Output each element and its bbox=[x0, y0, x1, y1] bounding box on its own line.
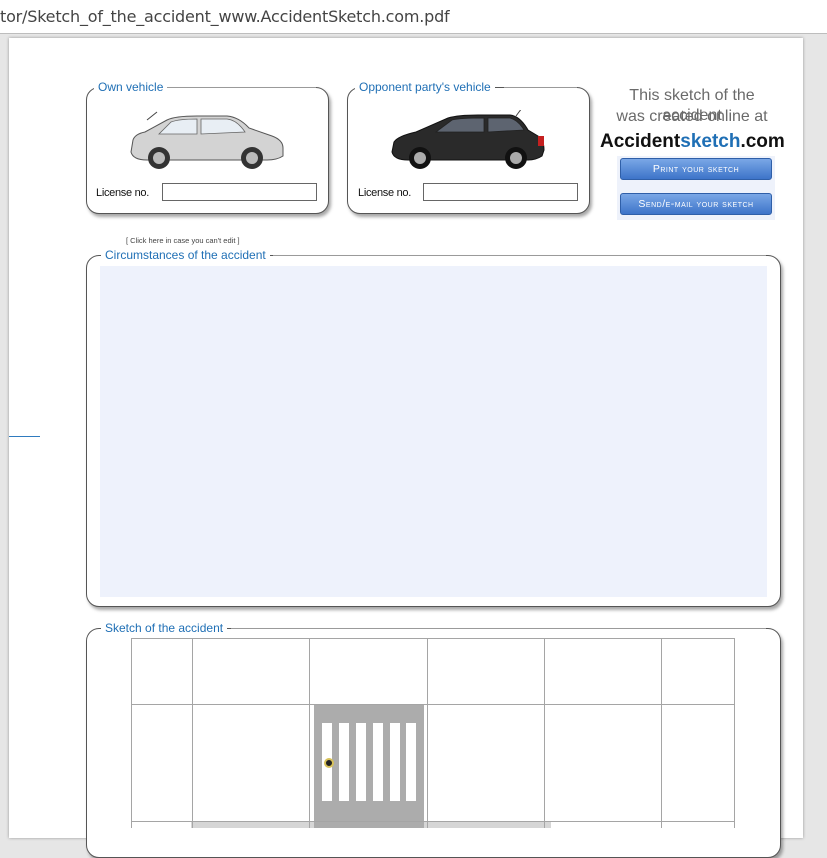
scrollbar[interactable] bbox=[805, 34, 827, 828]
page-edge-marker bbox=[9, 436, 40, 437]
opponent-license-label: License no. bbox=[358, 187, 411, 199]
brand-part-2: sketch bbox=[680, 131, 741, 152]
sketch-canvas[interactable] bbox=[131, 638, 735, 828]
grid-line bbox=[734, 638, 735, 828]
grid-line bbox=[544, 638, 545, 828]
brand-part-1: Accident bbox=[600, 131, 681, 152]
legend-divider bbox=[504, 87, 577, 88]
crosswalk-stripe bbox=[356, 723, 366, 801]
opponent-vehicle-title: Opponent party's vehicle bbox=[355, 79, 495, 95]
grid-line bbox=[192, 638, 193, 828]
grid-line bbox=[131, 821, 735, 822]
grid-line bbox=[309, 638, 310, 828]
own-vehicle-title: Own vehicle bbox=[94, 79, 168, 95]
opponent-vehicle-box: Opponent party's vehicle License no. bbox=[347, 79, 590, 214]
crosswalk-stripe bbox=[390, 723, 400, 801]
legend-divider bbox=[231, 628, 766, 629]
promo-line-2: was created online at bbox=[616, 108, 768, 125]
crosswalk-road bbox=[314, 705, 424, 828]
address-bar[interactable]: tor/Sketch_of_the_accident_www.AccidentS… bbox=[0, 0, 827, 34]
print-sketch-button[interactable]: Print your sketch bbox=[620, 158, 772, 180]
send-email-sketch-button[interactable]: Send/e-mail your sketch bbox=[620, 193, 772, 215]
crosswalk-stripe bbox=[406, 723, 416, 801]
grid-line bbox=[131, 638, 735, 639]
opponent-license-field[interactable] bbox=[423, 183, 578, 201]
opponent-car-image bbox=[391, 110, 545, 169]
own-license-field[interactable] bbox=[162, 183, 317, 201]
circumstances-text-area[interactable] bbox=[100, 266, 767, 597]
brand-logo[interactable]: Accidentsketch.com bbox=[600, 131, 785, 153]
sketch-title: Sketch of the accident bbox=[101, 620, 228, 636]
own-license-label: License no. bbox=[96, 187, 149, 199]
url-text[interactable]: tor/Sketch_of_the_accident_www.AccidentS… bbox=[0, 7, 450, 26]
circumstances-title: Circumstances of the accident bbox=[101, 247, 270, 263]
legend-divider bbox=[167, 87, 316, 88]
crosswalk-stripe bbox=[339, 723, 349, 801]
grid-line bbox=[131, 704, 735, 705]
cant-edit-link[interactable]: [ Click here in case you can't edit ] bbox=[126, 236, 240, 245]
brand-part-3: .com bbox=[740, 131, 785, 152]
own-vehicle-box: Own vehicle License no. bbox=[86, 79, 329, 214]
sketch-object-marker[interactable] bbox=[324, 758, 334, 768]
grid-line bbox=[131, 638, 132, 828]
grid-line bbox=[427, 638, 428, 828]
own-car-image bbox=[130, 111, 284, 169]
crosswalk-stripe bbox=[373, 723, 383, 801]
legend-divider bbox=[273, 255, 766, 256]
grid-line bbox=[661, 638, 662, 828]
